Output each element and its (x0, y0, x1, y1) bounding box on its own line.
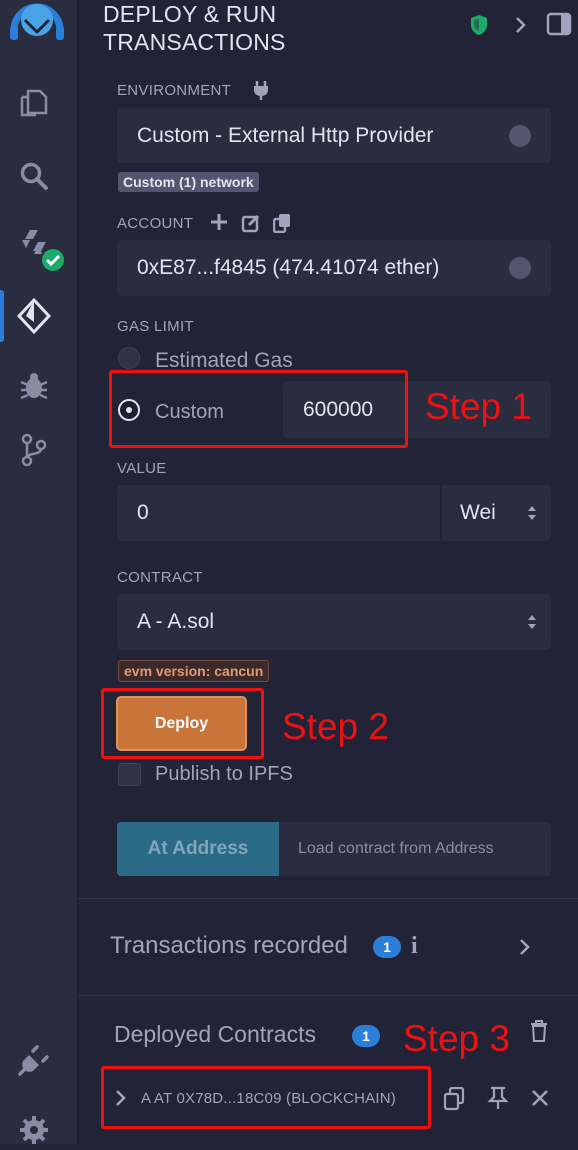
environment-value: Custom - External Http Provider (137, 123, 434, 147)
plus-icon[interactable] (210, 213, 228, 236)
chevron-right-icon[interactable] (514, 15, 528, 40)
remix-logo-icon[interactable] (6, 0, 68, 44)
shield-check-icon[interactable] (469, 14, 489, 41)
account-value: 0xE87...f4845 (474.41074 ether) (137, 256, 440, 279)
transactions-recorded-label: Transactions recorded (110, 932, 348, 959)
step2-annotation: Step 2 (282, 706, 389, 747)
panel-title: DEPLOY & RUN TRANSACTIONS (103, 0, 333, 56)
account-select[interactable]: 0xE87...f4845 (474.41074 ether) (117, 240, 551, 296)
deployed-contracts-label: Deployed Contracts (114, 1021, 316, 1047)
chevron-right-icon[interactable] (518, 937, 532, 962)
account-label: ACCOUNT (117, 215, 194, 232)
value-unit-select[interactable]: Wei (442, 485, 551, 541)
active-plugin-indicator (0, 290, 4, 342)
plugin-manager-icon[interactable] (14, 1040, 54, 1080)
deploy-run-icon[interactable] (14, 296, 54, 336)
step2-highlight (101, 688, 264, 759)
load-address-placeholder: Load contract from Address (298, 840, 494, 857)
settings-icon[interactable] (14, 1110, 54, 1150)
pin-icon[interactable] (487, 1086, 509, 1115)
deployed-count-badge: 1 (352, 1025, 380, 1047)
at-address-button[interactable]: At Address (117, 822, 279, 876)
at-address-label: At Address (147, 838, 249, 859)
publish-ipfs-checkbox[interactable] (118, 763, 141, 786)
publish-ipfs-label: Publish to IPFS (155, 763, 293, 785)
network-badge: Custom (1) network (118, 172, 259, 192)
edit-icon[interactable] (241, 213, 261, 238)
estimated-gas-radio[interactable] (118, 347, 140, 369)
panel-title-line1: DEPLOY & RUN (103, 1, 277, 27)
value-input[interactable]: 0 (117, 485, 440, 541)
close-icon[interactable] (531, 1089, 549, 1112)
copy-icon[interactable] (272, 213, 291, 238)
updown-arrows-icon (527, 612, 537, 638)
value-unit: Wei (460, 501, 496, 524)
load-address-input[interactable]: Load contract from Address (279, 822, 551, 876)
trash-icon[interactable] (530, 1020, 548, 1047)
solidity-compiler-icon[interactable] (12, 224, 68, 274)
value-amount: 0 (137, 501, 149, 524)
panel-title-line2: TRANSACTIONS (103, 29, 286, 55)
contract-value: A - A.sol (137, 610, 215, 633)
icon-sidebar (0, 0, 78, 1144)
info-icon[interactable]: i (411, 933, 418, 960)
panel-toggle-icon[interactable] (546, 12, 572, 41)
environment-select[interactable]: Custom - External Http Provider (117, 108, 551, 163)
plug-icon (251, 79, 271, 106)
updown-arrows-icon (527, 503, 537, 529)
transactions-count-badge: 1 (373, 936, 401, 958)
gas-limit-label: GAS LIMIT (117, 318, 194, 335)
step1-annotation: Step 1 (425, 386, 532, 427)
git-branch-icon[interactable] (14, 430, 54, 470)
step3-annotation: Step 3 (403, 1018, 510, 1059)
select-arrows-icon (509, 257, 531, 279)
contract-label: CONTRACT (117, 569, 203, 586)
debugger-icon[interactable] (14, 366, 54, 406)
evm-version-badge: evm version: cancun (118, 660, 270, 682)
contract-select[interactable]: A - A.sol (117, 594, 551, 650)
file-explorer-icon[interactable] (14, 82, 54, 122)
select-arrows-icon (509, 124, 531, 147)
environment-label: ENVIRONMENT (117, 82, 232, 99)
step1-highlight (109, 370, 408, 448)
value-label: VALUE (117, 460, 167, 477)
transactions-recorded-row[interactable]: Transactions recorded 1 i (78, 899, 578, 995)
search-icon[interactable] (14, 156, 54, 196)
step3-highlight (101, 1066, 431, 1129)
copy-icon[interactable] (443, 1086, 465, 1116)
section-divider (78, 995, 578, 996)
